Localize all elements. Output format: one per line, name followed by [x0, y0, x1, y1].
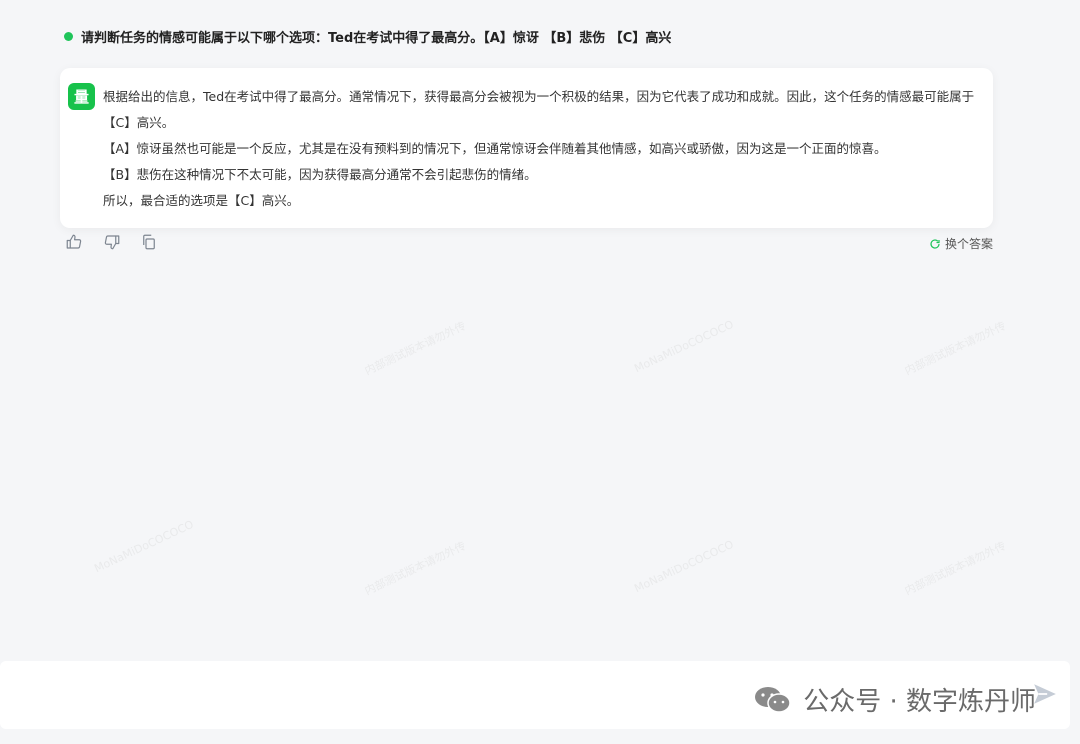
answer-paragraph: 所以，最合适的选项是【C】高兴。 [103, 193, 300, 208]
watermark: MoNaMiDoCOCOCO [632, 537, 736, 596]
thumbs-up-icon[interactable] [64, 232, 84, 252]
refresh-icon [930, 238, 940, 249]
watermark: MoNaMiDoCOCOCO [632, 317, 736, 376]
answer-paragraph: 根据给出的信息，Ted在考试中得了最高分。通常情况下，获得最高分会被视为一个积极… [103, 89, 975, 130]
question-text: 请判断任务的情感可能属于以下哪个选项：Ted在考试中得了最高分。【A】惊讶 【B… [81, 30, 672, 46]
chat-input-bar[interactable]: 公众号 · 数字炼丹师 [0, 661, 1070, 729]
watermark: 内部测试版本请勿外传 [902, 319, 1008, 378]
watermark: 内部测试版本请勿外传 [362, 319, 468, 378]
thumbs-down-icon[interactable] [102, 232, 122, 252]
wechat-icon [755, 686, 791, 713]
status-dot-icon [64, 31, 73, 41]
copy-icon[interactable] [139, 232, 159, 252]
regenerate-button[interactable]: 换个答案 [929, 235, 993, 252]
feedback-row: 换个答案 [64, 232, 993, 254]
bot-avatar: 量 [68, 83, 95, 110]
regenerate-label: 换个答案 [944, 237, 993, 251]
user-question: 请判断任务的情感可能属于以下哪个选项：Ted在考试中得了最高分。【A】惊讶 【B… [64, 26, 671, 46]
account-watermark: 公众号 · 数字炼丹师 [753, 681, 1036, 718]
watermark: MoNaMiDoCOCOCO [92, 517, 196, 576]
watermark: 内部测试版本请勿外传 [902, 539, 1008, 598]
account-name: 公众号 · 数字炼丹师 [803, 687, 1036, 717]
watermark: 内部测试版本请勿外传 [362, 539, 468, 598]
answer-paragraph: 【B】悲伤在这种情况下不太可能，因为获得最高分通常不会引起悲伤的情绪。 [103, 167, 537, 182]
answer-paragraph: 【A】惊讶虽然也可能是一个反应，尤其是在没有预料到的情况下，但通常惊讶会伴随着其… [103, 141, 887, 156]
chat-page: MoNaMiDoCOCOCO 内部测试版本请勿外传 MoNaMiDoCOCOCO… [0, 0, 1080, 744]
send-icon[interactable] [1032, 681, 1058, 707]
answer-card: 量 根据给出的信息，Ted在考试中得了最高分。通常情况下，获得最高分会被视为一个… [60, 68, 993, 228]
answer-body: 根据给出的信息，Ted在考试中得了最高分。通常情况下，获得最高分会被视为一个积极… [103, 84, 979, 214]
